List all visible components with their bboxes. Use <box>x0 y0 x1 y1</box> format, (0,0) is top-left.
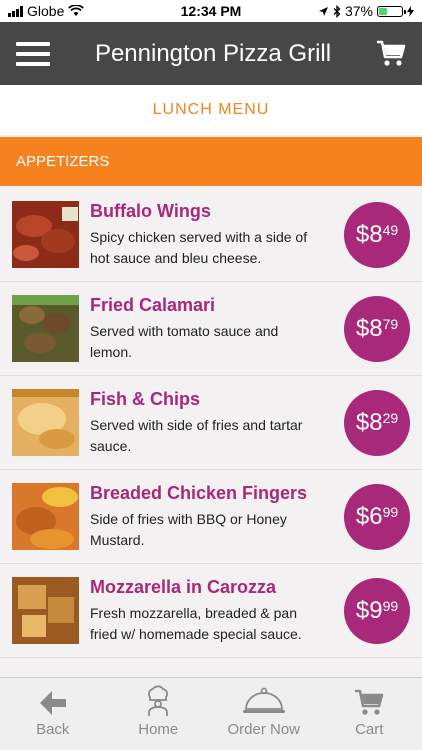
cart-icon[interactable] <box>376 40 406 68</box>
back-arrow-icon <box>39 691 66 715</box>
tab-back[interactable]: Back <box>0 678 106 750</box>
menu-item[interactable]: Breaded Chicken Fingers Side of fries wi… <box>0 470 422 564</box>
bottom-tab-bar: Back Home Order Now Cart <box>0 677 422 750</box>
tab-label: Home <box>138 721 179 738</box>
tab-home[interactable]: Home <box>106 678 212 750</box>
item-description: Served with tomato sauce and lemon. <box>90 322 279 360</box>
cloche-icon <box>242 687 285 713</box>
charging-icon <box>407 5 414 17</box>
app-header: Pennington Pizza Grill <box>0 22 422 85</box>
item-name: Fried Calamari <box>90 294 216 315</box>
tab-label: Back <box>36 721 70 738</box>
signal-icon <box>8 5 23 17</box>
fish-and-chips-image <box>12 389 79 456</box>
item-name: Breaded Chicken Fingers <box>90 482 308 503</box>
app-title: Pennington Pizza Grill <box>94 39 332 67</box>
tab-cart[interactable]: Cart <box>317 678 422 750</box>
cart-icon <box>355 689 384 715</box>
chicken-fingers-image <box>12 483 79 550</box>
price-badge[interactable]: $8 79 <box>344 295 410 362</box>
item-description: Served with side of fries and tartar sauc… <box>90 416 303 454</box>
hamburger-icon[interactable] <box>16 41 50 66</box>
item-description: Side of fries with BBQ or Honey Mustard. <box>90 510 287 548</box>
status-bar: Globe 12:34 PM 37% <box>0 0 422 22</box>
price-badge[interactable]: $6 99 <box>344 483 410 550</box>
item-name: Buffalo Wings <box>90 200 211 221</box>
menu-item[interactable]: Mozzarella in Carozza Fresh mozzarella, … <box>0 564 422 658</box>
category-header[interactable]: APPETIZERS <box>0 137 422 186</box>
item-description: Fresh mozzarella, breaded & pan fried w/ … <box>90 604 302 642</box>
carrier-label: Globe <box>27 3 65 19</box>
menu-item[interactable]: Buffalo Wings Spicy chicken served with … <box>0 188 422 282</box>
item-name: Mozzarella in Carozza <box>90 576 277 597</box>
battery-percent: 37% <box>344 3 373 19</box>
buffalo-wings-image <box>12 201 79 268</box>
price-badge[interactable]: $8 49 <box>344 201 410 268</box>
tab-label: Cart <box>355 721 384 738</box>
location-icon <box>318 6 328 16</box>
mozzarella-carozza-image <box>12 577 79 644</box>
item-name: Fish & Chips <box>90 388 201 409</box>
menu-title[interactable]: LUNCH MENU <box>0 85 422 135</box>
bluetooth-icon <box>333 4 341 18</box>
menu-item-list[interactable]: Buffalo Wings Spicy chicken served with … <box>0 188 422 678</box>
wifi-icon <box>68 5 85 16</box>
item-description: Spicy chicken served with a side of hot s… <box>90 228 308 266</box>
tab-label: Order Now <box>227 721 301 738</box>
chef-icon <box>148 685 169 716</box>
tab-order-now[interactable]: Order Now <box>211 678 317 750</box>
price-badge[interactable]: $8 29 <box>344 389 410 456</box>
fried-calamari-image <box>12 295 79 362</box>
battery-icon <box>377 5 406 17</box>
price-badge[interactable]: $9 99 <box>344 577 410 644</box>
menu-item[interactable]: Fish & Chips Served with side of fries a… <box>0 376 422 470</box>
menu-item[interactable]: Fried Calamari Served with tomato sauce … <box>0 282 422 376</box>
